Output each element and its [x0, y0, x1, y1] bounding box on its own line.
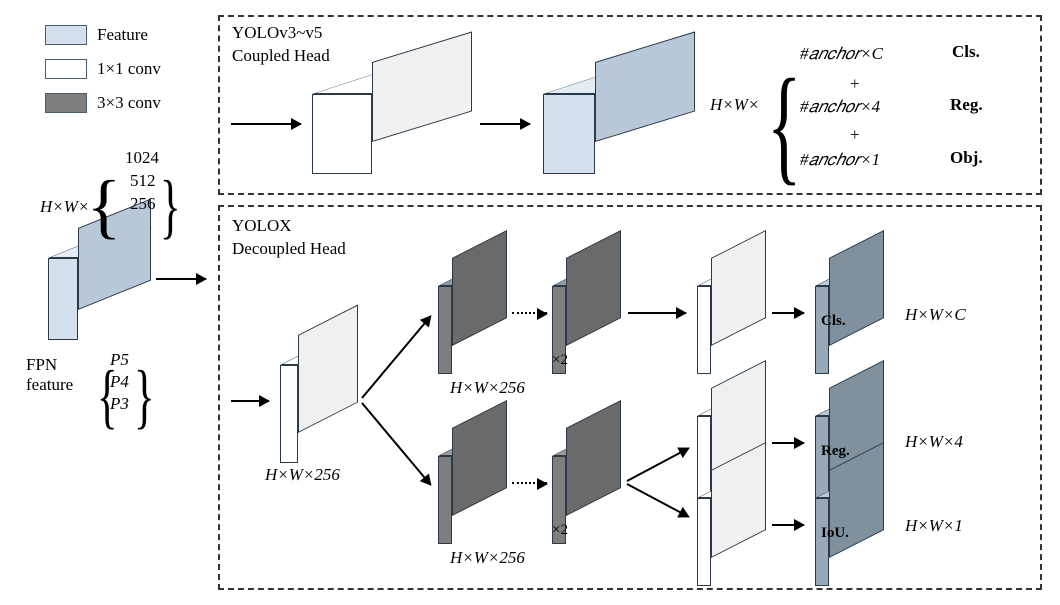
- fpn-p5: P5: [110, 350, 129, 370]
- block-coupled-feature: [543, 62, 708, 172]
- swatch-feature: [45, 25, 87, 45]
- decoupled-stem-dim: H×W×256: [265, 465, 340, 485]
- arrow-coupled-in: [231, 123, 301, 125]
- legend-conv1-label: 1×1 conv: [97, 59, 161, 79]
- decoupled-title-l1: YOLOX: [232, 216, 292, 235]
- legend-conv1: 1×1 conv: [45, 54, 195, 84]
- block-iou-conv1x1: [697, 470, 777, 590]
- iou-dim: H×W×1: [905, 516, 963, 536]
- arrow-decoupled-in: [231, 400, 269, 402]
- legend-conv3-label: 3×3 conv: [97, 93, 161, 113]
- arrow-coupled-mid: [480, 123, 530, 125]
- legend-feature: Feature: [45, 20, 195, 50]
- coupled-row1: #𝑎𝑛𝑐ℎ𝑜𝑟×C: [800, 44, 883, 64]
- bot-branch-dim: H×W×256: [450, 548, 525, 568]
- coupled-title-l1: YOLOv3~v5: [232, 23, 322, 42]
- fpn-ch-256: 256: [130, 194, 156, 214]
- coupled-row2-tag: Reg.: [950, 95, 983, 115]
- block-decoupled-stem: [280, 335, 370, 465]
- swatch-conv1x1: [45, 59, 87, 79]
- decoupled-title: YOLOX Decoupled Head: [232, 215, 346, 261]
- coupled-plus1: +: [850, 74, 860, 94]
- fpn-label: FPNfeature: [26, 355, 73, 395]
- top-branch-dim: H×W×256: [450, 378, 525, 398]
- fpn-dims-prefix: H×W×: [40, 197, 89, 216]
- coupled-row2: #𝑎𝑛𝑐ℎ𝑜𝑟×4: [800, 97, 880, 117]
- fpn-p3: P3: [110, 394, 129, 414]
- block-iou-feature: IoU.: [815, 470, 895, 590]
- coupled-row3: #𝑎𝑛𝑐ℎ𝑜𝑟×1: [800, 150, 880, 170]
- arrow-bot-dotted: [512, 482, 547, 484]
- coupled-row3-tag: Obj.: [950, 148, 983, 168]
- bot-x2: ×2: [552, 522, 568, 539]
- arrow-fpn-out: [156, 278, 206, 280]
- fpn-dims: H×W× { 1024 512 256 }: [40, 160, 128, 217]
- decoupled-title-l2: Decoupled Head: [232, 239, 346, 258]
- arrow-top-out: [628, 312, 686, 314]
- cls-dim: H×W×C: [905, 305, 966, 325]
- arrow-iou-to-feat: [772, 524, 804, 526]
- coupled-prefix: H×W×: [710, 95, 759, 115]
- legend: Feature 1×1 conv 3×3 conv: [45, 20, 195, 122]
- block-bot-conv3x3-a: [438, 428, 518, 548]
- block-coupled-conv3x3: [312, 62, 477, 172]
- reg-dim: H×W×4: [905, 432, 963, 452]
- fpn-ch-512: 512: [130, 171, 156, 191]
- arrow-top-to-cls: [772, 312, 804, 314]
- top-x2: ×2: [552, 352, 568, 369]
- fpn-ch-1024: 1024: [125, 148, 159, 168]
- coupled-title: YOLOv3~v5 Coupled Head: [232, 22, 330, 68]
- block-top-conv3x3-a: [438, 258, 518, 378]
- fpn-p4: P4: [110, 372, 129, 392]
- arrow-reg-to-feat: [772, 442, 804, 444]
- legend-conv3: 3×3 conv: [45, 88, 195, 118]
- arrow-top-dotted: [512, 312, 547, 314]
- swatch-conv3x3: [45, 93, 87, 113]
- coupled-plus2: +: [850, 125, 860, 145]
- legend-feature-label: Feature: [97, 25, 148, 45]
- coupled-row1-tag: Cls.: [952, 42, 980, 62]
